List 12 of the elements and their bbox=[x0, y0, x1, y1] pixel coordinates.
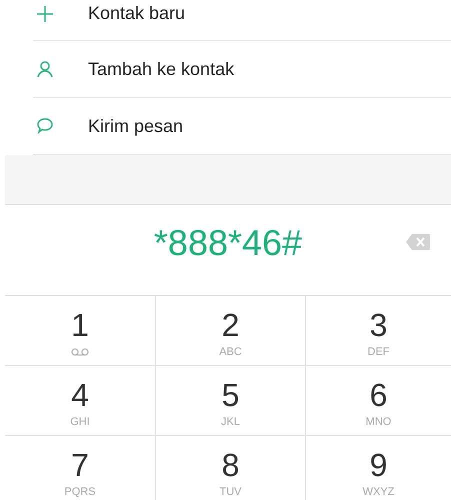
plus-icon bbox=[36, 5, 54, 23]
dial-key[interactable]: 4 GHI bbox=[5, 366, 156, 436]
speech-bubble-icon bbox=[36, 117, 54, 135]
person-icon bbox=[36, 60, 54, 78]
voicemail-icon bbox=[71, 348, 89, 356]
action-item[interactable]: Tambah ke kontak bbox=[33, 41, 451, 98]
dial-key[interactable]: 1 bbox=[5, 296, 156, 366]
dial-key[interactable]: 5 JKL bbox=[156, 366, 306, 436]
dial-key[interactable]: 2 ABC bbox=[156, 296, 306, 366]
dialed-number: *888*46# bbox=[154, 222, 302, 264]
backspace-icon[interactable] bbox=[405, 233, 431, 251]
action-item[interactable]: Kontak baru bbox=[33, 0, 451, 41]
